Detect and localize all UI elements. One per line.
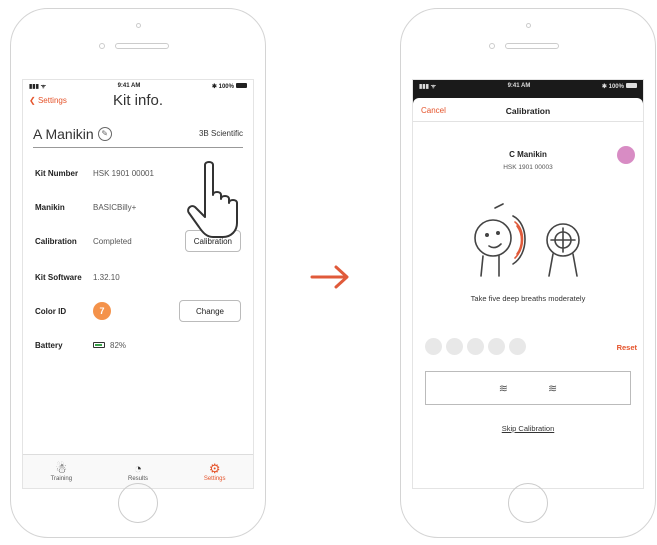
settings-gear-icon: ⚙ (208, 460, 221, 476)
kit-software-row: Kit Software 1.32.10 (35, 266, 243, 288)
manikin-label: Manikin (35, 202, 65, 212)
tab-settings[interactable]: ⚙ Settings (176, 455, 253, 488)
battery-row: Battery 82% (35, 334, 243, 356)
kit-name: A Manikin ✎ (33, 126, 112, 142)
battery-label: Battery (35, 340, 63, 350)
signal-icon: ▮▮▮ ᯤ (29, 84, 47, 90)
manikin-name: C Manikin (509, 150, 547, 159)
speaker-grille (505, 43, 559, 49)
phone-right: ▮▮▮ ᯤ 9:41 AM ✱ 100% Cancel Calibration … (400, 8, 656, 538)
nav-bar: ❮ Settings Kit info. (23, 92, 253, 114)
breathing-illustration (474, 203, 580, 277)
calibration-value: Completed (93, 236, 132, 246)
breath-dot (488, 338, 505, 355)
arrow-right-icon (310, 265, 349, 289)
home-button (508, 483, 548, 523)
breath-dot (509, 338, 526, 355)
breath-progress-dots (425, 338, 526, 355)
breath-dot (446, 338, 463, 355)
battery-value: 82% (110, 340, 127, 350)
kit-software-value: 1.32.10 (93, 272, 120, 282)
change-color-button[interactable]: Change (179, 300, 241, 322)
status-time: 9:41 AM (507, 83, 531, 89)
kit-number-label: Kit Number (35, 168, 79, 178)
skip-calibration-link[interactable]: Skip Calibration (413, 424, 643, 433)
signal-icon: ▮▮▮ ᯤ (419, 84, 437, 90)
manikin-color-dot (617, 146, 635, 164)
status-bar: ▮▮▮ ᯤ 9:41 AM ✱ 100% (413, 80, 643, 92)
edit-pencil-icon[interactable]: ✎ (97, 126, 112, 141)
breath-dot (425, 338, 442, 355)
color-id-badge: 7 (93, 302, 111, 320)
kit-header: A Manikin ✎ 3B Scientific (33, 120, 243, 148)
page-title: Kit info. (112, 92, 164, 109)
battery-icon (235, 83, 247, 89)
manikin-value: BASICBilly+ (93, 202, 137, 212)
calibration-sheet: Cancel Calibration C Manikin HSK 1901 00… (413, 98, 643, 488)
breath-indicator-box: ≋ ≋ (425, 371, 631, 405)
sheet-nav-bar: Cancel Calibration (413, 98, 643, 122)
brand-label: 3B Scientific (198, 129, 243, 138)
kit-info-screen: ▮▮▮ ᯤ 9:41 AM ✱ 100% ❮ Settings Kit info… (22, 79, 254, 489)
color-id-row: Color ID 7 Change (35, 300, 243, 322)
color-id-label: Color ID (35, 306, 67, 316)
kit-software-label: Kit Software (35, 272, 82, 282)
battery-status: ✱ 100% (602, 83, 637, 90)
battery-level-icon (93, 342, 105, 348)
results-icon: ◔ (134, 460, 142, 476)
front-camera (525, 23, 531, 28)
reset-button[interactable]: Reset (617, 343, 637, 352)
battery-icon (625, 83, 637, 89)
wind-icon: ≋ (548, 382, 558, 395)
phone-left: ▮▮▮ ᯤ 9:41 AM ✱ 100% ❮ Settings Kit info… (10, 8, 266, 538)
breath-dot (467, 338, 484, 355)
kit-number-value: HSK 1901 00001 (93, 168, 154, 178)
home-button (118, 483, 158, 523)
wind-icon: ≋ (498, 382, 508, 395)
sensor-dot (489, 43, 495, 49)
status-time: 9:41 AM (117, 83, 141, 89)
speaker-grille (115, 43, 169, 49)
pointing-hand-icon (187, 161, 238, 238)
battery-status: ✱ 100% (212, 83, 247, 90)
sheet-title: Calibration (505, 106, 551, 116)
instruction-text: Take five deep breaths moderately (470, 294, 586, 303)
tab-training[interactable]: ☃ Training (23, 455, 100, 488)
manikin-number: HSK 1901 00003 (503, 164, 553, 171)
kit-name-text: A Manikin (33, 125, 94, 142)
calibration-label: Calibration (35, 236, 77, 246)
sensor-dot (99, 43, 105, 49)
front-camera (135, 23, 141, 28)
calibration-screen: ▮▮▮ ᯤ 9:41 AM ✱ 100% Cancel Calibration … (412, 79, 644, 489)
training-icon: ☃ (55, 460, 68, 476)
status-bar: ▮▮▮ ᯤ 9:41 AM ✱ 100% (23, 80, 253, 92)
